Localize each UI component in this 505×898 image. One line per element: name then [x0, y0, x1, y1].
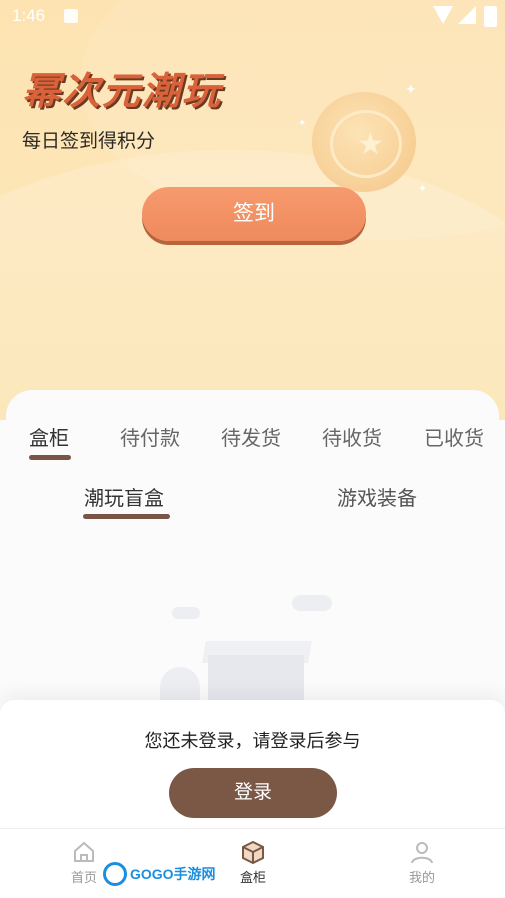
- watermark-icon: [103, 862, 127, 886]
- open-box-icon: [208, 655, 304, 705]
- tab-received[interactable]: 已收货: [424, 422, 484, 451]
- tab-box-cabinet[interactable]: 盒柜: [29, 422, 69, 451]
- nav-item-me[interactable]: 我的: [382, 839, 462, 886]
- subtab-game-gear[interactable]: 游戏装备: [337, 482, 417, 511]
- tab-pending-receipt[interactable]: 待收货: [322, 422, 382, 451]
- watermark-text: GOGO手游网: [130, 866, 216, 882]
- sparkle-icon: ✦: [418, 182, 428, 195]
- nav-label-box: 盒柜: [239, 871, 266, 886]
- battery-icon: [484, 6, 497, 27]
- sparkle-icon: ✦: [405, 82, 417, 98]
- nav-label-me: 我的: [408, 871, 435, 886]
- empty-box-illustration: [150, 585, 350, 705]
- box-icon: [242, 840, 264, 865]
- cloud-icon: [172, 607, 200, 619]
- star-icon: ★: [357, 127, 384, 162]
- status-bar: 1:46: [0, 0, 505, 34]
- subtab-blind-box[interactable]: 潮玩盲盒: [84, 482, 164, 511]
- active-subtab-indicator: [83, 514, 170, 519]
- signal-icon: [458, 6, 476, 24]
- login-notice: 您还未登录，请登录后参与: [144, 731, 361, 752]
- status-time: 1:46: [12, 6, 46, 25]
- order-tabs: 盒柜 待付款 待发货 待收货 已收货: [0, 422, 505, 462]
- sub-tabs: 潮玩盲盒 游戏装备: [0, 482, 505, 522]
- sign-in-button[interactable]: 签到: [142, 187, 366, 241]
- wifi-icon: [433, 6, 453, 24]
- home-icon: [74, 841, 94, 862]
- sim-icon: [64, 9, 78, 23]
- tab-pending-payment[interactable]: 待付款: [120, 422, 180, 451]
- bottom-nav: 首页 盒柜 我的: [0, 828, 505, 898]
- active-tab-indicator: [29, 455, 71, 460]
- login-button[interactable]: 登录: [169, 768, 337, 818]
- cloud-icon: [292, 595, 332, 611]
- sparkle-icon: ✦: [298, 118, 307, 129]
- watermark-logo: GOGO手游网: [103, 862, 216, 886]
- tab-pending-shipment[interactable]: 待发货: [221, 422, 281, 451]
- page-title: 幂次元潮玩: [22, 69, 223, 113]
- nav-item-box[interactable]: 盒柜: [213, 839, 293, 886]
- user-icon: [411, 842, 433, 864]
- page-subtitle: 每日签到得积分: [22, 130, 156, 152]
- star-coin-icon: ★: [312, 92, 416, 192]
